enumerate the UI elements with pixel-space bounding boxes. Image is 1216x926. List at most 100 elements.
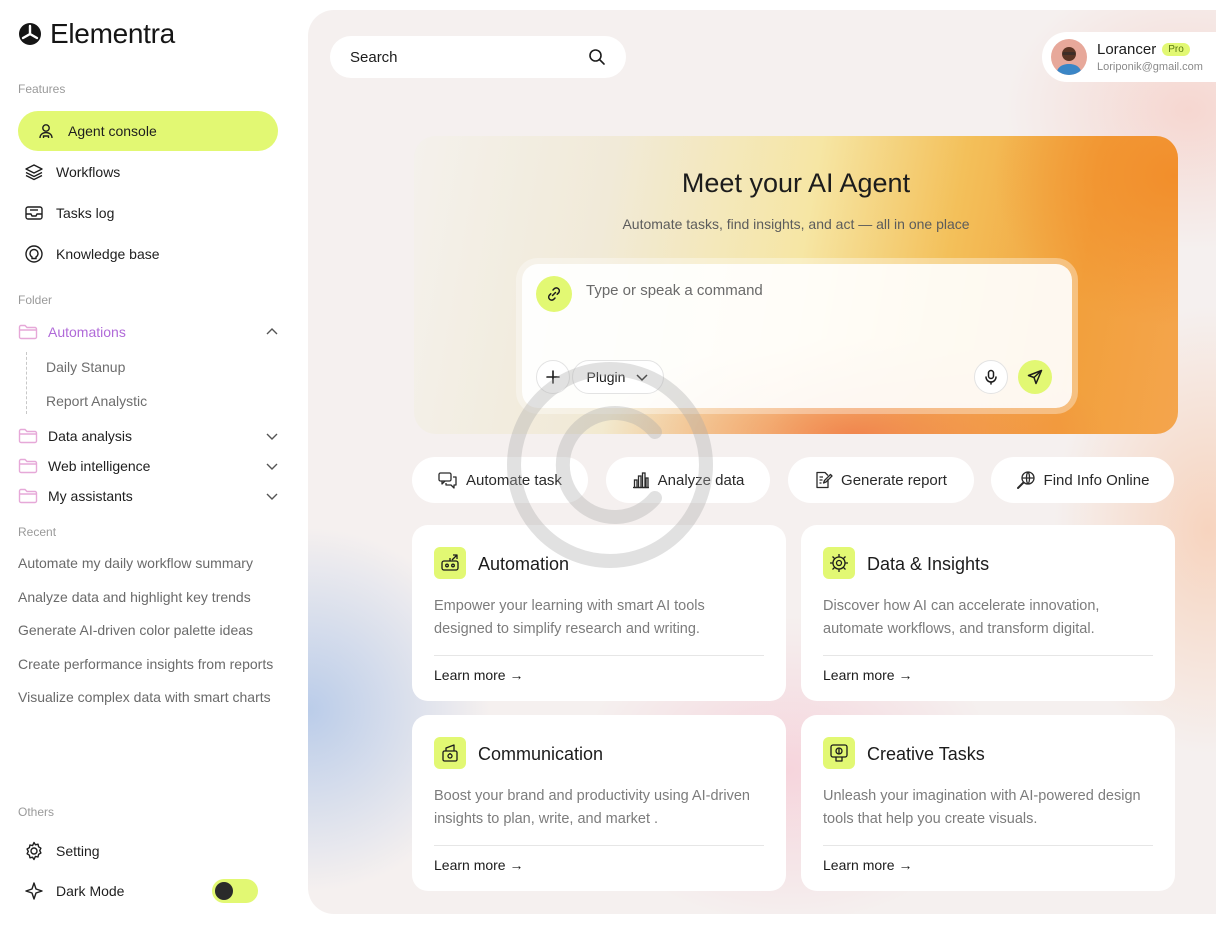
command-box: Plugin [522,264,1072,408]
card-description: Boost your brand and productivity using … [434,788,750,827]
card-description: Empower your learning with smart AI tool… [434,598,705,637]
chat-icon [438,471,458,489]
hero-title: Meet your AI Agent [681,168,911,198]
nav-label: Knowledge base [56,246,160,262]
folder-icon [18,324,38,340]
nav-label: Tasks log [56,205,115,221]
add-button[interactable] [536,360,570,394]
avatar [1051,39,1087,75]
toggle-knob [215,882,233,900]
robot-icon [434,547,466,579]
nav-agent-console[interactable]: Agent console [18,111,278,151]
recent-item[interactable]: Automate my daily workflow summary [18,555,280,571]
folder-web-intelligence[interactable]: Web intelligence [18,454,280,478]
chip-icon [823,547,855,579]
features-label: Features [18,82,66,96]
brand[interactable]: Elementra [18,18,175,50]
microphone-icon [983,369,999,385]
folder-data-analysis[interactable]: Data analysis [18,424,280,448]
recent-item[interactable]: Generate AI-driven color palette ideas [18,622,280,638]
card-title: Communication [478,744,604,764]
search-icon[interactable] [588,48,606,66]
card-data-insights[interactable]: Data & Insights Discover how AI can acce… [801,525,1175,701]
attach-link-button[interactable] [536,276,572,312]
user-email: Loriponik@gmail.com [1097,61,1203,73]
send-button[interactable] [1018,360,1052,394]
action-label: Automate task [466,471,562,489]
chevron-down-icon [635,370,649,384]
folder-automations[interactable]: Automations [18,320,280,344]
plugin-dropdown[interactable]: Plugin [572,360,664,394]
brand-name: Elementra [50,18,175,49]
bulb-icon [24,244,44,264]
folder-my-assistants[interactable]: My assistants [18,484,280,508]
search-bar[interactable] [330,36,626,78]
report-icon [815,471,833,489]
user-profile[interactable]: Lorancer Pro Loriponik@gmail.com [1042,32,1216,82]
gear-icon [24,841,44,861]
subfolder-daily-stanup[interactable]: Daily Stanup [46,359,125,375]
plugin-label: Plugin [586,369,626,385]
agent-icon [36,121,56,141]
find-info-online-button[interactable]: Find Info Online [991,457,1174,503]
chevron-down-icon [264,488,280,504]
recent-item[interactable]: Analyze data and highlight key trends [18,589,280,605]
plus-icon [546,370,560,384]
learn-more-link[interactable]: Learn more → [823,667,912,683]
nav-label: Setting [56,843,100,859]
card-title: Data & Insights [867,554,990,574]
nav-workflows[interactable]: Workflows [18,152,278,192]
learn-more-link[interactable]: Learn more → [823,857,912,873]
command-input[interactable] [586,282,1006,299]
nav-setting[interactable]: Setting [18,831,278,871]
action-label: Generate report [841,471,947,489]
folder-icon [18,428,38,444]
card-creative-tasks[interactable]: Creative Tasks Unleash your imagination … [801,715,1175,891]
action-label: Analyze data [657,471,745,489]
nav-tasks-log[interactable]: Tasks log [18,193,278,233]
card-divider [434,655,764,656]
send-icon [1027,369,1043,385]
bar-chart-icon [632,471,650,489]
sidebar: Elementra Features Agent console Workflo… [0,0,300,926]
inbox-icon [24,203,44,223]
folder-tree-line [26,352,27,414]
folder-label: Folder [18,293,53,307]
main-panel: Lorancer Pro Loriponik@gmail.com Meet yo… [308,10,1216,914]
others-label: Others [18,805,55,819]
recent-item[interactable]: Visualize complex data with smart charts [18,689,274,705]
brand-logo-icon [18,22,42,46]
card-description: Unleash your imagination with AI-powered… [823,788,1141,827]
nav-label: Dark Mode [56,883,125,899]
recent-item[interactable]: Create performance insights from reports [18,656,276,672]
chevron-down-icon [264,428,280,444]
dark-mode-toggle[interactable] [212,879,258,903]
card-title: Automation [478,554,570,574]
chevron-up-icon [264,324,280,340]
card-communication[interactable]: Communication Boost your brand and produ… [412,715,786,891]
learn-more-link[interactable]: Learn more → [434,667,523,683]
chevron-down-icon [264,458,280,474]
user-info: Lorancer Pro Loriponik@gmail.com [1097,41,1203,73]
megaphone-icon [434,737,466,769]
nav-label: Agent console [68,123,157,139]
analyze-data-button[interactable]: Analyze data [606,457,770,503]
learn-more-link[interactable]: Learn more → [434,857,523,873]
link-icon [545,285,563,303]
search-globe-icon [1016,470,1036,490]
search-input[interactable] [350,48,570,66]
card-divider [823,845,1153,846]
generate-report-button[interactable]: Generate report [788,457,974,503]
automate-task-button[interactable]: Automate task [412,457,588,503]
card-divider [434,845,764,846]
card-automation[interactable]: Automation Empower your learning with sm… [412,525,786,701]
hero-subtitle: Automate tasks, find insights, and act —… [622,216,970,232]
user-name-row: Lorancer Pro [1097,41,1203,58]
voice-input-button[interactable] [974,360,1008,394]
card-description: Discover how AI can accelerate innovatio… [823,598,1100,637]
card-title: Creative Tasks [867,744,985,764]
nav-knowledge-base[interactable]: Knowledge base [18,234,278,274]
folder-icon [18,458,38,474]
subfolder-report-analystic[interactable]: Report Analystic [46,393,147,409]
action-label: Find Info Online [1043,471,1150,489]
